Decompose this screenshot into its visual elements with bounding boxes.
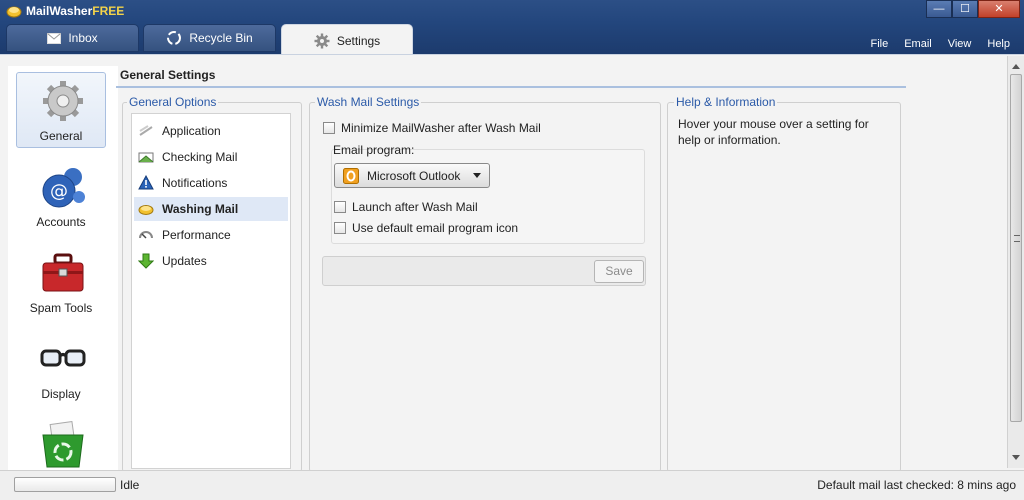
title-bar: MailWasherFREE — ☐ ✕ Inbox Recycle Bin S… — [0, 0, 1024, 56]
option-application[interactable]: Application — [134, 119, 288, 143]
option-notifications-label: Notifications — [162, 176, 228, 190]
category-general-label: General — [39, 129, 83, 143]
category-display-label: Display — [41, 387, 81, 401]
launch-after-wash-checkbox[interactable]: Launch after Wash Mail — [334, 200, 478, 214]
option-updates-label: Updates — [162, 254, 207, 268]
category-accounts-label: Accounts — [36, 215, 86, 229]
use-default-icon-label: Use default email program icon — [352, 221, 519, 235]
gears-icon — [43, 81, 83, 121]
save-button[interactable]: Save — [594, 260, 644, 283]
option-checking-mail-label: Checking Mail — [162, 150, 238, 164]
window-controls: — ☐ ✕ — [926, 0, 1020, 18]
use-default-icon-checkbox[interactable]: Use default email program icon — [334, 221, 518, 235]
category-spam-tools-label: Spam Tools — [29, 301, 93, 315]
scroll-down-icon[interactable] — [1012, 455, 1020, 460]
category-sidebar: General @ Accounts Spam Tools Display — [8, 66, 118, 470]
tab-inbox-label: Inbox — [68, 31, 98, 45]
option-performance[interactable]: Performance — [134, 223, 288, 247]
menu-view[interactable]: View — [948, 38, 972, 50]
gear-icon — [314, 33, 330, 48]
email-program-label: Email program: — [333, 143, 415, 157]
status-text: Idle — [120, 478, 140, 492]
toolbox-icon — [42, 253, 84, 292]
title-divider — [116, 86, 906, 88]
category-display[interactable]: Display — [16, 330, 106, 406]
close-button[interactable]: ✕ — [978, 0, 1020, 18]
progress-bar — [14, 477, 116, 492]
help-text: Hover your mouse over a setting for help… — [678, 117, 869, 147]
app-title-free: FREE — [92, 4, 125, 18]
option-washing-mail-label: Washing Mail — [162, 202, 239, 216]
outlook-icon — [343, 167, 359, 184]
app-title: MailWasherFREE — [26, 4, 124, 18]
scroll-grip-icon — [1014, 235, 1020, 242]
minimize-after-wash-checkbox[interactable]: Minimize MailWasher after Wash Mail — [323, 121, 541, 135]
scroll-thumb[interactable] — [1010, 74, 1022, 422]
status-bar: Idle Default mail last checked: 8 mins a… — [0, 470, 1024, 500]
glasses-icon — [40, 349, 86, 367]
tab-settings[interactable]: Settings — [281, 24, 413, 56]
tab-inbox[interactable]: Inbox — [6, 24, 139, 52]
vertical-scrollbar[interactable] — [1007, 56, 1024, 468]
general-options-legend: General Options — [127, 95, 219, 109]
svg-text:@: @ — [50, 181, 68, 202]
category-recycle-bin[interactable] — [16, 416, 106, 470]
option-performance-label: Performance — [162, 228, 231, 242]
category-general[interactable]: General — [16, 72, 106, 148]
help-legend: Help & Information — [674, 95, 778, 109]
minimize-after-wash-box[interactable] — [323, 122, 335, 134]
scroll-up-icon[interactable] — [1012, 64, 1020, 69]
performance-icon — [139, 231, 153, 239]
chevron-down-icon — [473, 173, 481, 178]
tab-recycle-bin[interactable]: Recycle Bin — [143, 24, 276, 52]
tab-recycle-bin-label: Recycle Bin — [189, 31, 253, 45]
option-checking-mail[interactable]: Checking Mail — [134, 145, 288, 169]
general-options-list: Application Checking Mail Notifications … — [131, 113, 291, 469]
menu-file[interactable]: File — [870, 38, 888, 50]
category-spam-tools[interactable]: Spam Tools — [16, 244, 106, 320]
checking-mail-icon — [138, 152, 154, 163]
menu-email[interactable]: Email — [904, 38, 932, 50]
menu-help[interactable]: Help — [987, 38, 1010, 50]
app-logo-icon — [6, 6, 22, 18]
wash-mail-legend: Wash Mail Settings — [315, 95, 422, 109]
tab-settings-label: Settings — [336, 33, 381, 48]
washing-mail-icon — [138, 205, 154, 215]
last-checked-text: Default mail last checked: 8 mins ago — [817, 478, 1016, 492]
maximize-button[interactable]: ☐ — [952, 0, 978, 18]
page-title: General Settings — [120, 68, 216, 82]
email-globe-icon: @ — [42, 168, 85, 208]
option-washing-mail[interactable]: Washing Mail — [134, 197, 288, 221]
email-program-value: Microsoft Outlook — [367, 168, 461, 183]
app-title-main: MailWasher — [26, 4, 93, 18]
minimize-after-wash-label: Minimize MailWasher after Wash Mail — [341, 121, 541, 135]
launch-after-wash-box[interactable] — [334, 201, 346, 213]
option-updates[interactable]: Updates — [134, 249, 288, 273]
help-group — [667, 102, 901, 472]
option-notifications[interactable]: Notifications — [134, 171, 288, 195]
recycle-icon — [167, 31, 182, 45]
category-accounts[interactable]: @ Accounts — [16, 158, 106, 234]
application-icon — [139, 125, 153, 136]
warning-icon — [138, 175, 154, 190]
email-program-select[interactable]: Microsoft Outlook — [334, 163, 490, 188]
down-arrow-icon — [138, 253, 154, 269]
minimize-button[interactable]: — — [926, 0, 952, 18]
launch-after-wash-label: Launch after Wash Mail — [352, 200, 478, 214]
envelope-icon — [47, 32, 62, 44]
menu-bar: File Email View Help — [870, 38, 1010, 50]
use-default-icon-box[interactable] — [334, 222, 346, 234]
option-application-label: Application — [162, 124, 221, 138]
recycle-bin-icon — [42, 421, 84, 468]
